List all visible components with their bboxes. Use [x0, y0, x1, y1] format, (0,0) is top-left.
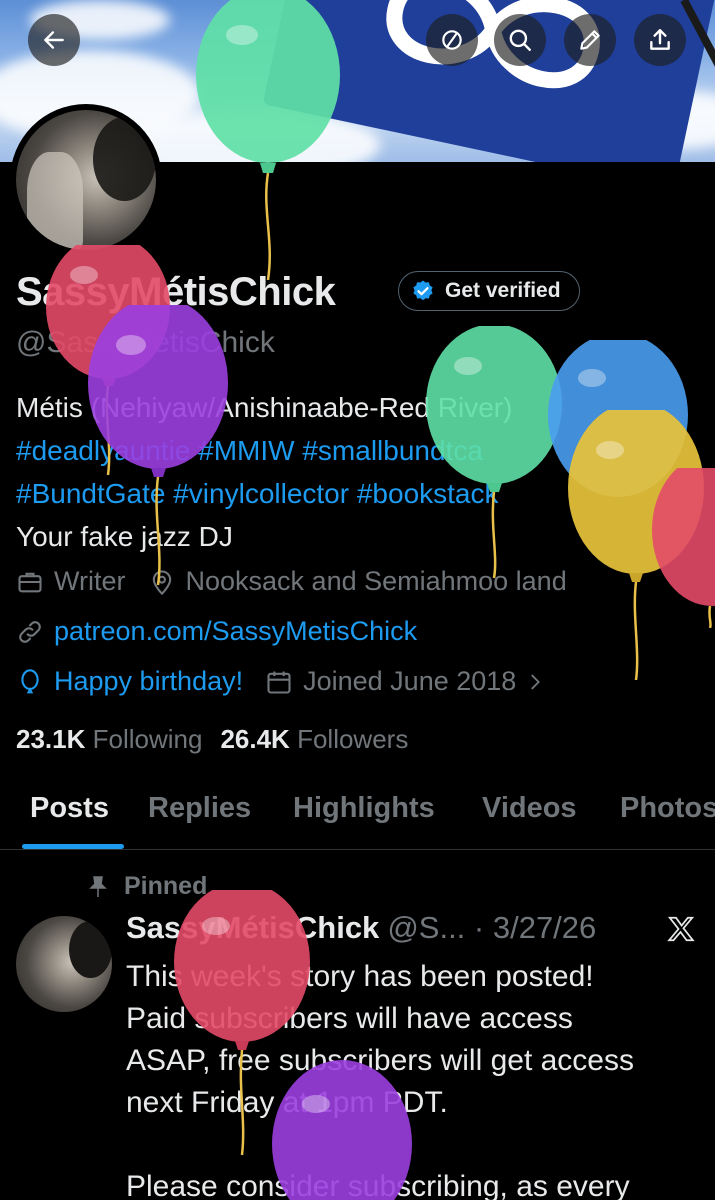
bio-hashtags[interactable]: #deadlyauntie #MMIW #smallbundtca [16, 429, 715, 472]
joined-label: Joined June 2018 [303, 666, 517, 696]
follow-stats: 23.1K Following 26.4K Followers [16, 724, 408, 755]
post-author[interactable]: SassyMétisChick [126, 910, 379, 946]
tab-videos[interactable]: Videos [482, 792, 577, 825]
location-label: Nooksack and Semiahmoo land [185, 566, 567, 596]
get-verified-label: Get verified [445, 279, 561, 302]
profile-name: SassyMétisChick [16, 270, 336, 314]
following-stat[interactable]: 23.1K Following [16, 724, 202, 755]
post-handle-date: @S... · 3/27/26 [387, 910, 597, 945]
tab-replies[interactable]: Replies [148, 792, 251, 825]
no-retweets-button[interactable] [426, 14, 478, 66]
briefcase-icon [18, 572, 42, 592]
post-avatar[interactable] [16, 916, 112, 1012]
following-label: Following [92, 724, 203, 754]
arrow-left-icon [44, 31, 64, 49]
birthday-link[interactable]: Happy birthday! [54, 666, 243, 697]
pinned-indicator: Pinned [86, 872, 207, 901]
no-retweets-icon [442, 30, 462, 50]
get-verified-button[interactable]: Get verified [398, 271, 580, 311]
bio-line: Your fake jazz DJ [16, 521, 233, 552]
link-icon [19, 620, 41, 643]
x-logo-icon[interactable] [666, 914, 696, 944]
joined-item[interactable]: Joined June 2018 [265, 666, 556, 697]
tab-photos[interactable]: Photos [620, 792, 715, 825]
back-button[interactable] [28, 14, 80, 66]
profession-label: Writer [54, 566, 126, 596]
share-button[interactable] [634, 14, 686, 66]
birthday-joined-row: Happy birthday! Joined June 2018 [16, 666, 578, 697]
pin-icon [89, 875, 107, 897]
balloon-icon [21, 668, 39, 693]
verified-badge-icon [413, 280, 433, 301]
bio-line: Métis (Nehiyaw/Anishinaabe-Red River) [16, 392, 513, 423]
website-row: patreon.com/SassyMetisChick [16, 616, 439, 647]
post-text: This week's story has been posted! Paid … [126, 960, 634, 1200]
pencil-icon [580, 30, 600, 50]
search-button[interactable] [494, 14, 546, 66]
profile-bio: Métis (Nehiyaw/Anishinaabe-Red River) #d… [16, 386, 715, 558]
tab-posts[interactable]: Posts [30, 792, 109, 825]
calendar-icon [267, 671, 291, 694]
website-link[interactable]: patreon.com/SassyMetisChick [54, 616, 417, 647]
followers-count: 26.4K [220, 724, 290, 754]
location-pin-icon [152, 570, 171, 595]
pinned-label: Pinned [124, 872, 208, 900]
active-tab-indicator [22, 844, 124, 849]
post-header: SassyMétisChick @S... · 3/27/26 [126, 910, 596, 946]
edit-button[interactable] [564, 14, 616, 66]
bio-hashtags[interactable]: #BundtGate #vinylcollector #bookstack [16, 472, 715, 515]
profile-meta-row: Writer Nooksack and Semiahmoo land [16, 566, 589, 597]
search-icon [509, 29, 531, 51]
chevron-right-icon [531, 674, 541, 689]
profile-handle: @SassyMetisChick [16, 326, 275, 359]
followers-stat[interactable]: 26.4K Followers [220, 724, 408, 755]
following-count: 23.1K [16, 724, 86, 754]
profile-avatar[interactable] [10, 104, 162, 256]
profile-tabs: Posts Replies Highlights Videos Photos [0, 770, 715, 850]
followers-label: Followers [297, 724, 409, 754]
tab-highlights[interactable]: Highlights [293, 792, 435, 825]
share-icon [650, 29, 670, 50]
